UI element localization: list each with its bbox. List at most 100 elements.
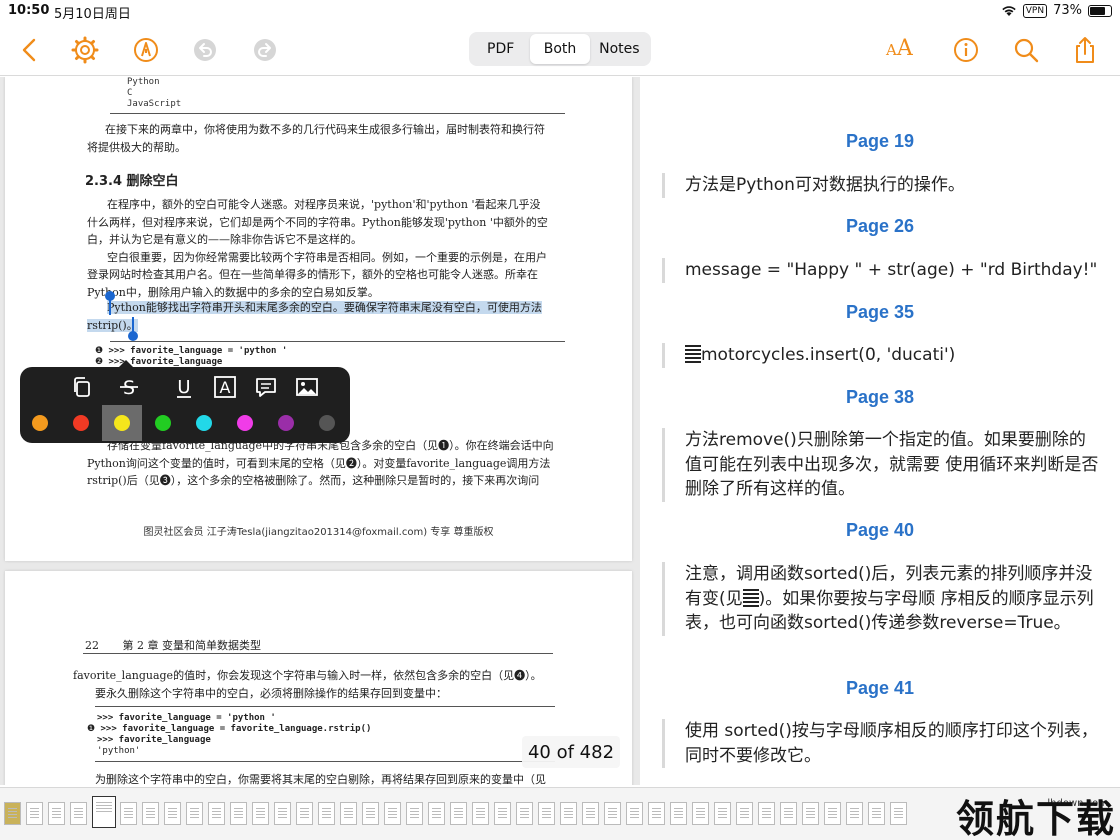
page-thumbnail[interactable] (274, 802, 291, 825)
status-time: 10:50 (8, 3, 50, 18)
share-icon (1076, 37, 1094, 63)
annotate-button[interactable] (128, 32, 164, 68)
note-text[interactable]: 方法是Python可对数据执行的操作。 (662, 173, 1102, 198)
page-thumbnail[interactable] (824, 802, 841, 825)
image-button[interactable] (293, 373, 321, 401)
page-thumbnail[interactable] (48, 802, 65, 825)
redo-button[interactable] (247, 32, 283, 68)
undo-button[interactable] (187, 32, 223, 68)
strikethrough-button[interactable]: S (115, 373, 143, 401)
page-thumbnail[interactable] (208, 802, 225, 825)
page-thumbnail[interactable] (648, 802, 665, 825)
page-thumbnail[interactable] (560, 802, 577, 825)
page-thumbnail[interactable] (428, 802, 445, 825)
page-thumbnail[interactable] (230, 802, 247, 825)
page-header: 22 第 2 章 变量和简单数据类型 (85, 637, 261, 653)
note-page-link[interactable]: Page 19 (640, 131, 1120, 152)
color-swatch-pink[interactable] (225, 405, 265, 441)
search-button[interactable] (1008, 32, 1044, 68)
note-page-link[interactable]: Page 41 (640, 678, 1120, 699)
page-thumbnail[interactable] (692, 802, 709, 825)
note-page-link[interactable]: Page 26 (640, 216, 1120, 237)
page-thumbnail[interactable] (340, 802, 357, 825)
page-thumbnail[interactable] (406, 802, 423, 825)
text-line: 为删除这个字符串中的空白，你需要将其末尾的空白剔除，再将结果存回到原来的变量中（… (95, 773, 546, 785)
page-thumbnail[interactable] (142, 802, 159, 825)
image-icon (296, 378, 318, 396)
note-page-link[interactable]: Page 35 (640, 302, 1120, 323)
segment-pdf[interactable]: PDF (471, 34, 530, 64)
page-thumbnail[interactable] (868, 802, 885, 825)
note-text[interactable]: message = "Happy " + str(age) + "rd Birt… (662, 258, 1102, 283)
page-thumbnail[interactable] (780, 802, 797, 825)
page-thumbnail[interactable] (120, 802, 137, 825)
list-icon (742, 588, 759, 607)
page-thumbnail[interactable] (802, 802, 819, 825)
page-thumbnail[interactable] (4, 802, 21, 825)
segment-both[interactable]: Both (530, 34, 590, 64)
notes-panel[interactable]: Page 19 方法是Python可对数据执行的操作。 Page 26 mess… (640, 77, 1120, 785)
page-thumbnail[interactable] (70, 802, 87, 825)
page-thumbnail[interactable] (494, 802, 511, 825)
view-mode-segmented-control: PDF Both Notes (469, 32, 651, 66)
page-thumbnail[interactable] (670, 802, 687, 825)
page-thumbnail[interactable] (450, 802, 467, 825)
page-thumbnail[interactable] (164, 802, 181, 825)
note-text[interactable]: 注意，调用函数sorted()后，列表元素的排列顺序并没有变(见)。如果你要按与… (662, 562, 1102, 636)
page-thumbnail[interactable] (626, 802, 643, 825)
code-line: C (127, 88, 133, 98)
segment-notes[interactable]: Notes (590, 34, 649, 64)
color-swatch-red[interactable] (61, 405, 101, 441)
comment-button[interactable] (252, 373, 280, 401)
page-thumbnail[interactable] (714, 802, 731, 825)
settings-button[interactable] (67, 32, 103, 68)
font-size-large-glyph: A (896, 36, 913, 61)
color-swatch-yellow[interactable] (102, 405, 142, 441)
divider (83, 653, 553, 654)
color-swatch-gray[interactable] (307, 405, 347, 441)
page-thumbnail[interactable] (26, 802, 43, 825)
page-thumbnail[interactable] (296, 802, 313, 825)
page-thumbnail[interactable] (186, 802, 203, 825)
page-thumbnail[interactable] (846, 802, 863, 825)
selected-text[interactable]: Python能够找出字符串开头和末尾多余的空白。要确保字符串末尾没有空白，可使用… (87, 299, 577, 334)
color-swatch-purple[interactable] (266, 405, 306, 441)
page-thumbnail[interactable] (538, 802, 555, 825)
page-thumbnail[interactable] (362, 802, 379, 825)
thumbnail-current[interactable] (92, 796, 116, 828)
back-button[interactable] (12, 32, 48, 68)
vpn-badge: VPN (1022, 3, 1048, 18)
page-thumbnail[interactable] (516, 802, 533, 825)
watermark-logo: lhdown.com 领航下载 (930, 780, 1120, 840)
color-swatch-orange[interactable] (20, 405, 60, 441)
swatch-dot (114, 415, 130, 431)
share-button[interactable] (1067, 32, 1103, 68)
page-thumbnail[interactable] (758, 802, 775, 825)
note-page-link[interactable]: Page 38 (640, 387, 1120, 408)
note-text[interactable]: 方法remove()只删除第一个指定的值。如果要删除的值可能在列表中出现多次，就… (662, 428, 1102, 502)
info-button[interactable] (948, 32, 984, 68)
copy-button[interactable] (68, 373, 96, 401)
font-size-button[interactable]: AA (886, 36, 913, 61)
color-swatch-green[interactable] (143, 405, 183, 441)
page-thumbnail[interactable] (318, 802, 335, 825)
code-line: >>> favorite_language (97, 735, 211, 745)
note-page-link[interactable]: Page 40 (640, 520, 1120, 541)
page-thumbnail[interactable] (890, 802, 907, 825)
status-date: 5月10日周日 (54, 7, 131, 22)
page-thumbnail[interactable] (384, 802, 401, 825)
color-swatch-cyan[interactable] (184, 405, 224, 441)
page-thumbnail[interactable] (252, 802, 269, 825)
undo-icon (194, 39, 216, 61)
page-thumbnail[interactable] (472, 802, 489, 825)
text-box-button[interactable]: A (211, 373, 239, 401)
page-thumbnail[interactable] (736, 802, 753, 825)
code-marker: ❶ (87, 724, 96, 734)
note-text[interactable]: motorcycles.insert(0, 'ducati') (662, 343, 1102, 368)
page-thumbnail[interactable] (582, 802, 599, 825)
text-line: 空白很重要，因为你经常需要比较两个字符串是否相同。例如，一个重要的示例是，在用户 (107, 250, 547, 264)
text-glyph: A (220, 378, 231, 397)
page-thumbnail[interactable] (604, 802, 621, 825)
underline-button[interactable]: U (170, 373, 198, 401)
note-text[interactable]: 使用 sorted()按与字母顺序相反的顺序打印这个列表，同时不要修改它。 (662, 719, 1102, 768)
